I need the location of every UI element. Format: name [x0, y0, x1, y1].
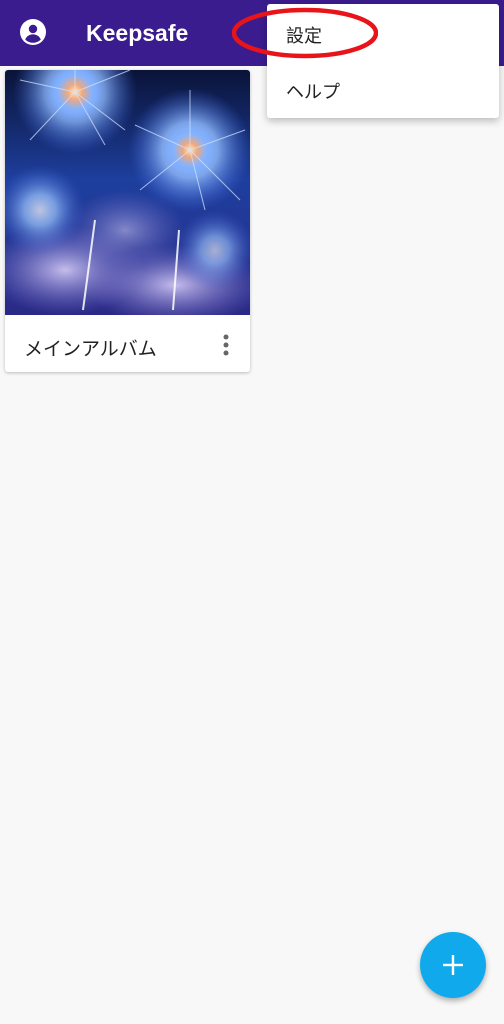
menu-item-settings[interactable]: 設定: [267, 8, 499, 60]
menu-item-label: ヘルプ: [286, 82, 340, 103]
album-card[interactable]: メインアルバム: [5, 70, 250, 372]
menu-item-label: 設定: [286, 26, 322, 47]
overflow-menu: 設定 ヘルプ: [267, 4, 499, 118]
plus-icon: [443, 955, 463, 975]
add-button[interactable]: [420, 932, 486, 998]
app-title: Keepsafe: [86, 20, 189, 46]
album-title: メインアルバム: [24, 338, 157, 360]
album-thumbnail[interactable]: [5, 70, 250, 315]
account-circle-icon[interactable]: [20, 19, 46, 45]
menu-item-help[interactable]: ヘルプ: [267, 64, 499, 116]
more-vertical-icon[interactable]: [211, 328, 241, 362]
